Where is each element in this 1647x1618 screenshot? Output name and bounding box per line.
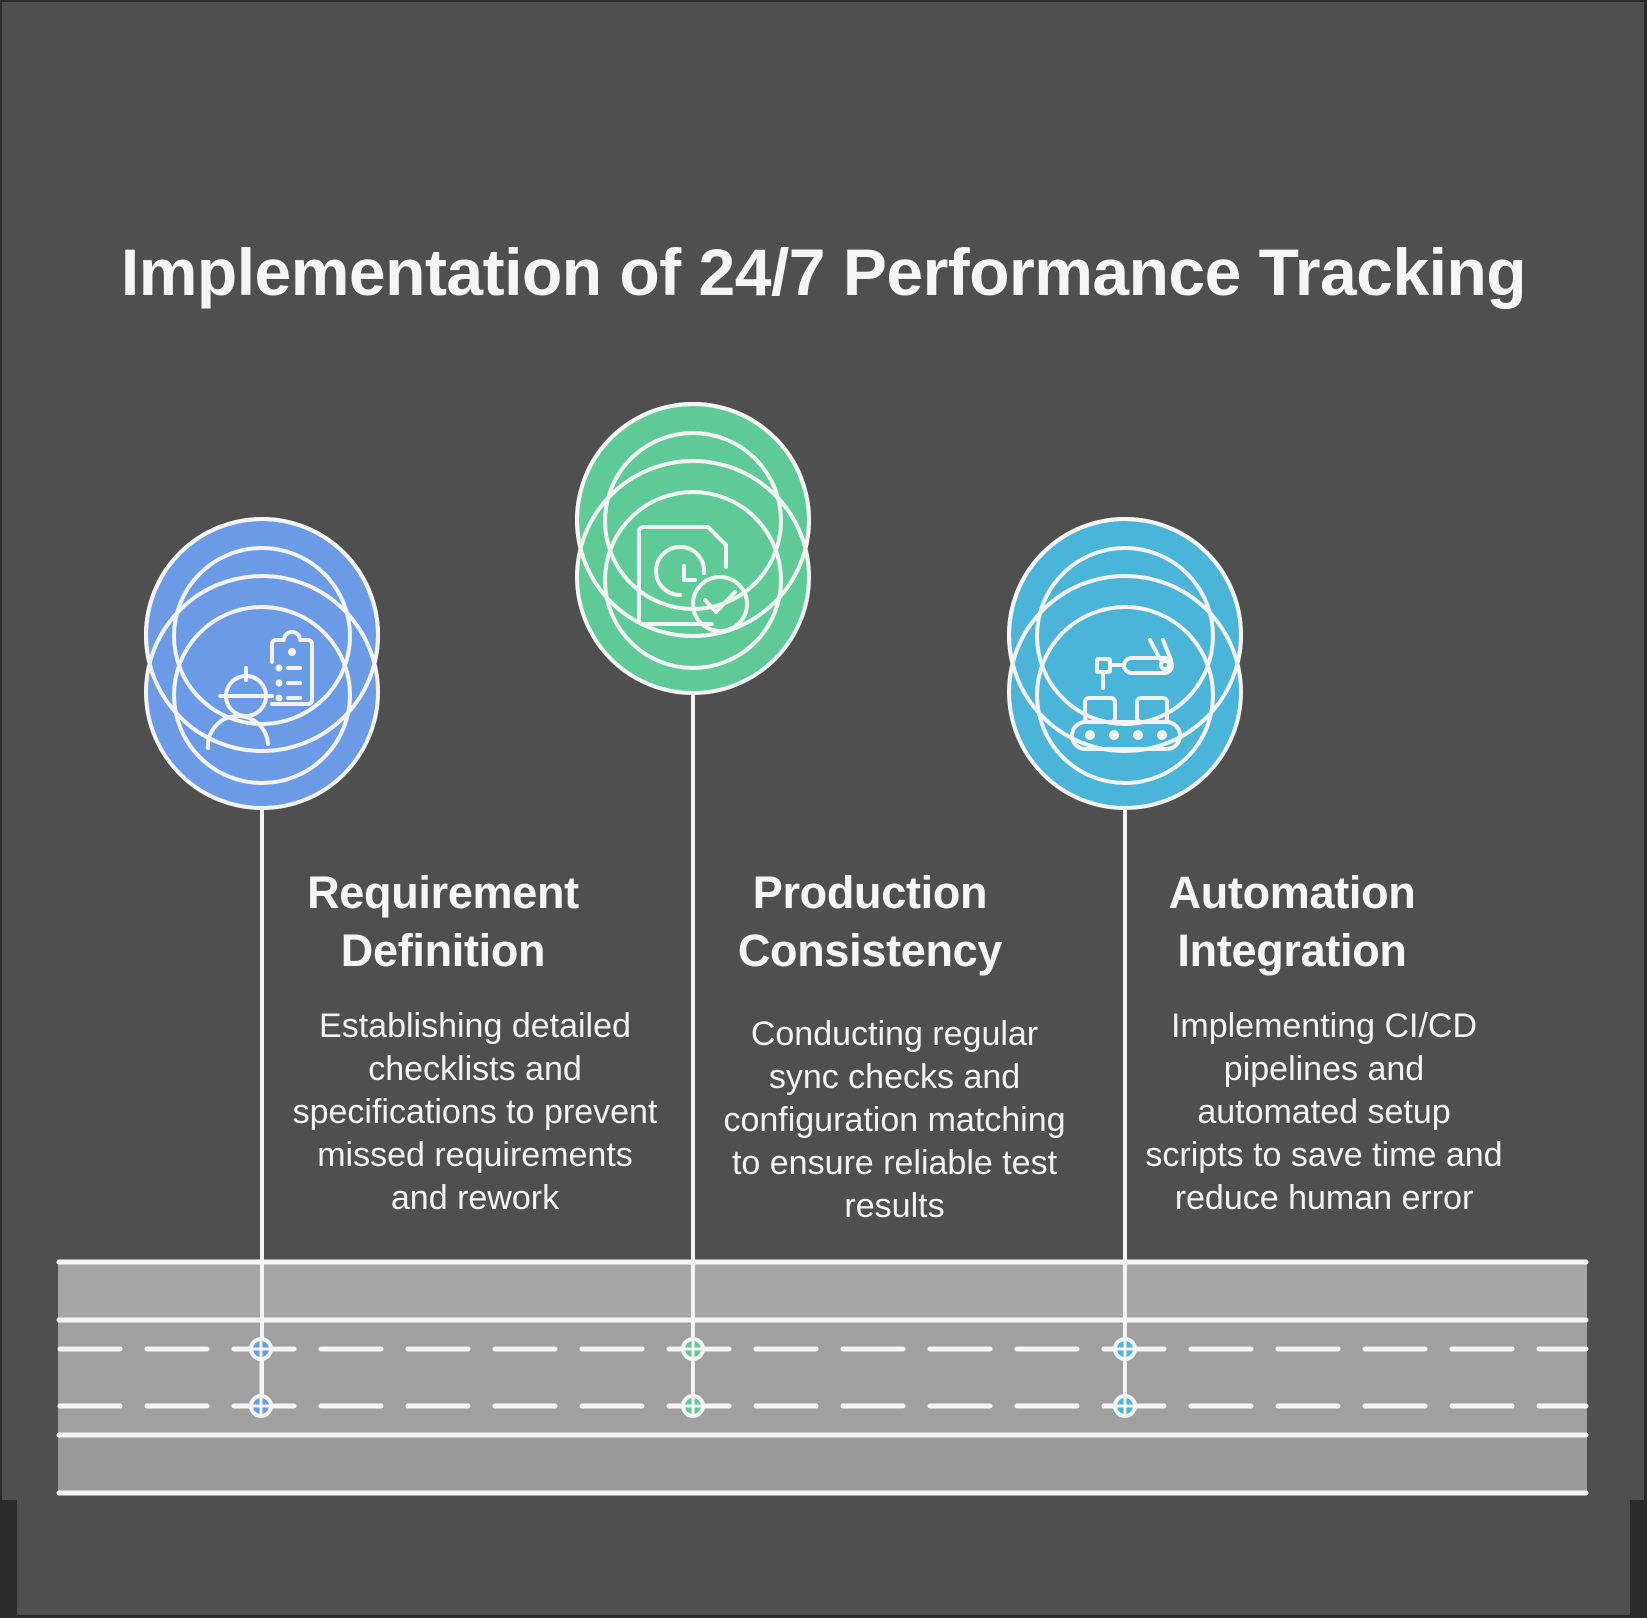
roadmap-graphic	[56, 402, 1589, 1496]
step-1-circle-outer-bottom	[144, 574, 380, 810]
step-1-circles	[144, 517, 380, 810]
step-1-title: Requirement Definition	[307, 867, 579, 976]
road-shoulder-bottom	[58, 1435, 1587, 1493]
step-3-description-clip: Implementing CI/CD pipelines and automat…	[1144, 1005, 1504, 1260]
road-shoulder-top	[58, 1262, 1587, 1320]
step-2-description: Conducting regular sync checks and confi…	[723, 1015, 1066, 1225]
step-3-title: Automation Integration	[1168, 867, 1416, 976]
step-3-circle-outer-bottom	[1007, 574, 1243, 810]
step-2-title: Production Consistency	[737, 867, 1003, 976]
road	[56, 1259, 1589, 1496]
step-3-description: Implementing CI/CD pipelines and automat…	[1145, 1007, 1503, 1217]
step-2-circle-outer-bottom	[575, 459, 811, 695]
step-2-description-clip: Conducting regular sync checks and confi…	[722, 1013, 1067, 1260]
step-1-description: Establishing detailed checklists and spe…	[292, 1007, 658, 1217]
step-1-description-clip: Establishing detailed checklists and spe…	[290, 1005, 660, 1260]
